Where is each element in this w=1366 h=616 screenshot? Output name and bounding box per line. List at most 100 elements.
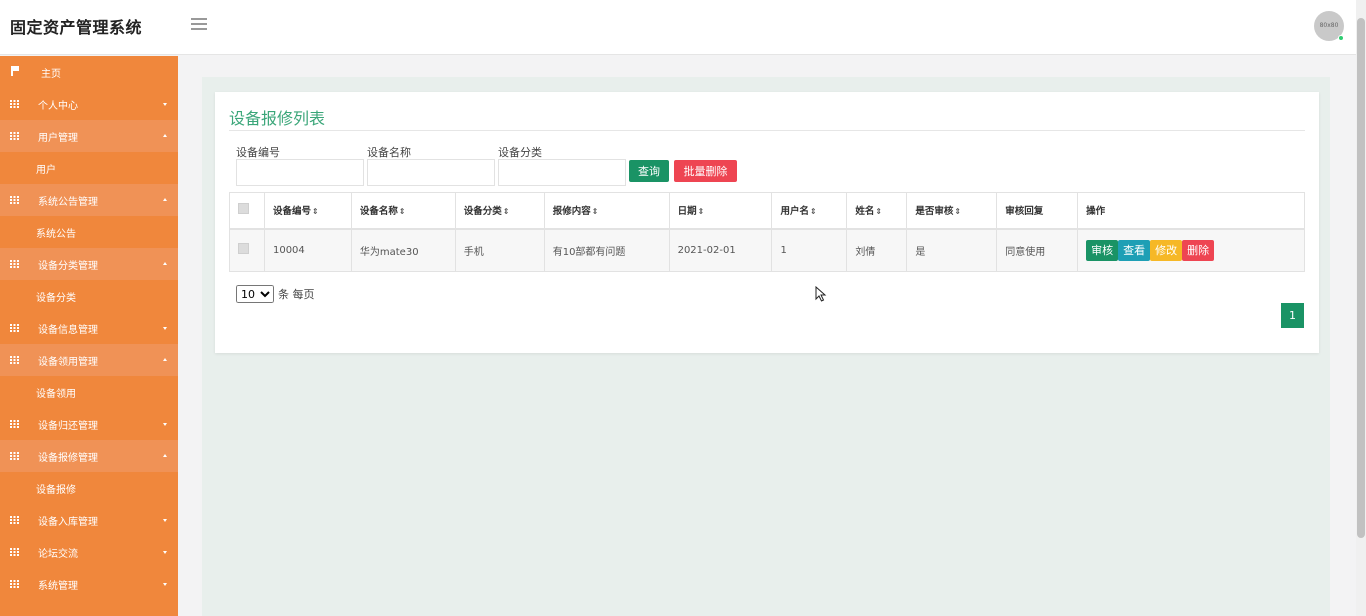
sort-icon: ⇕ bbox=[502, 207, 510, 217]
sort-icon: ⇕ bbox=[311, 207, 319, 217]
sidebar-item-announcement-management[interactable]: 系统公告管理 bbox=[0, 184, 178, 216]
batch-delete-button[interactable]: 批量删除 bbox=[674, 160, 737, 182]
chevron-up-icon bbox=[163, 198, 167, 201]
sort-icon: ⇕ bbox=[398, 207, 406, 217]
cell-realname: 刘倩 bbox=[846, 228, 908, 272]
sidebar-subitem-category[interactable]: 设备分类 bbox=[0, 280, 178, 312]
device-name-input[interactable] bbox=[367, 159, 495, 186]
column-header: 操作 bbox=[1077, 192, 1305, 230]
sidebar-item-device-return-management[interactable]: 设备归还管理 bbox=[0, 408, 178, 440]
sidebar-item-user-management[interactable]: 用户管理 bbox=[0, 120, 178, 152]
grid-icon bbox=[10, 196, 19, 204]
sort-icon: ⇕ bbox=[697, 207, 705, 217]
sidebar-subitem-device-borrow[interactable]: 设备领用 bbox=[0, 376, 178, 408]
cell-reply: 同意使用 bbox=[996, 228, 1079, 272]
grid-icon bbox=[10, 356, 19, 364]
sidebar-item-label: 设备归还管理 bbox=[38, 420, 98, 432]
device-code-label: 设备编号 bbox=[236, 146, 280, 159]
sidebar-item-label: 设备报修 bbox=[36, 484, 76, 496]
chevron-up-icon bbox=[163, 358, 167, 361]
row-select-cell[interactable] bbox=[229, 228, 265, 272]
sidebar-subitem-announcement[interactable]: 系统公告 bbox=[0, 216, 178, 248]
grid-icon bbox=[10, 548, 19, 556]
grid-icon bbox=[10, 132, 19, 140]
grid-icon bbox=[10, 420, 19, 428]
cell-category: 手机 bbox=[454, 228, 545, 272]
device-name-label: 设备名称 bbox=[367, 146, 411, 159]
sidebar-item-label: 设备报修管理 bbox=[38, 452, 98, 464]
chevron-down-icon bbox=[163, 103, 167, 106]
grid-icon bbox=[10, 580, 19, 588]
edit-button[interactable]: 修改 bbox=[1150, 239, 1183, 261]
app-title: 固定资产管理系统 bbox=[10, 18, 143, 37]
chevron-up-icon bbox=[163, 454, 167, 457]
sidebar-item-label: 系统公告管理 bbox=[38, 196, 98, 208]
sort-icon: ⇕ bbox=[954, 207, 962, 217]
sidebar-item-system-management[interactable]: 系统管理 bbox=[0, 568, 178, 600]
repair-list-panel: 设备报修列表 设备编号 设备名称 设备分类 查询 批量删除 设备编号⇕ 设备名称… bbox=[215, 92, 1319, 353]
cell-username: 1 bbox=[771, 228, 848, 272]
top-bar: 固定资产管理系统 80x80 bbox=[0, 0, 1356, 55]
sidebar-item-label: 设备分类管理 bbox=[38, 260, 98, 272]
cell-date: 2021-02-01 bbox=[668, 228, 773, 272]
sidebar-item-device-repair-management[interactable]: 设备报修管理 bbox=[0, 440, 178, 472]
chevron-down-icon bbox=[163, 551, 167, 554]
sidebar-item-label: 设备分类 bbox=[36, 292, 76, 304]
column-header[interactable]: 设备名称⇕ bbox=[350, 192, 456, 230]
select-all-checkbox[interactable] bbox=[238, 203, 249, 215]
sidebar-item-device-info-management[interactable]: 设备信息管理 bbox=[0, 312, 178, 344]
vertical-scrollbar[interactable] bbox=[1356, 0, 1366, 616]
chevron-up-icon bbox=[163, 262, 167, 265]
sort-icon: ⇕ bbox=[875, 207, 883, 217]
scrollbar-thumb[interactable] bbox=[1357, 18, 1365, 538]
sidebar-item-device-borrow-management[interactable]: 设备领用管理 bbox=[0, 344, 178, 376]
column-header: 审核回复 bbox=[996, 192, 1079, 230]
sidebar-item-label: 用户 bbox=[36, 164, 56, 176]
device-code-input[interactable] bbox=[236, 159, 364, 186]
delete-button[interactable]: 删除 bbox=[1182, 239, 1215, 261]
device-category-input[interactable] bbox=[498, 159, 626, 186]
sidebar-item-home[interactable]: 主页 bbox=[0, 56, 178, 88]
sidebar-item-forum[interactable]: 论坛交流 bbox=[0, 536, 178, 568]
column-header[interactable]: 用户名⇕ bbox=[771, 192, 848, 230]
column-header[interactable]: 报修内容⇕ bbox=[543, 192, 670, 230]
column-header[interactable]: 是否审核⇕ bbox=[906, 192, 998, 230]
column-header[interactable]: 设备分类⇕ bbox=[454, 192, 545, 230]
cell-content: 有10部都有问题 bbox=[543, 228, 670, 272]
column-header[interactable]: 日期⇕ bbox=[668, 192, 773, 230]
sidebar-item-label: 设备领用管理 bbox=[38, 356, 98, 368]
sidebar-item-label: 论坛交流 bbox=[38, 548, 78, 560]
column-header[interactable]: 姓名⇕ bbox=[846, 192, 908, 230]
column-header[interactable]: 设备编号⇕ bbox=[263, 192, 352, 230]
sidebar-subitem-user[interactable]: 用户 bbox=[0, 152, 178, 184]
sidebar-item-label: 个人中心 bbox=[38, 100, 78, 112]
device-category-label: 设备分类 bbox=[498, 146, 542, 159]
sidebar-item-category-management[interactable]: 设备分类管理 bbox=[0, 248, 178, 280]
view-button[interactable]: 查看 bbox=[1118, 239, 1151, 261]
approve-button[interactable]: 审核 bbox=[1086, 239, 1119, 261]
sidebar-item-device-stock-management[interactable]: 设备入库管理 bbox=[0, 504, 178, 536]
sidebar: 主页 个人中心 用户管理 用户 系统公告管理 系统公告 设备分类管理 设备分类 … bbox=[0, 56, 178, 616]
sidebar-item-label: 设备信息管理 bbox=[38, 324, 98, 336]
sort-icon: ⇕ bbox=[591, 207, 599, 217]
mouse-cursor-icon bbox=[815, 286, 827, 302]
chevron-down-icon bbox=[163, 423, 167, 426]
sidebar-item-label: 设备入库管理 bbox=[38, 516, 98, 528]
page-size-select[interactable]: 10 bbox=[236, 285, 274, 303]
per-page-label: 条 每页 bbox=[278, 288, 315, 301]
sidebar-item-personal-center[interactable]: 个人中心 bbox=[0, 88, 178, 120]
sidebar-item-label: 用户管理 bbox=[38, 132, 78, 144]
page-button-current[interactable]: 1 bbox=[1281, 303, 1304, 328]
menu-toggle-icon[interactable] bbox=[191, 18, 207, 32]
cell-name: 华为mate30 bbox=[350, 228, 456, 272]
grid-icon bbox=[10, 516, 19, 524]
grid-icon bbox=[10, 324, 19, 332]
row-checkbox[interactable] bbox=[238, 243, 249, 255]
table-row: 10004 华为mate30 手机 有10部都有问题 2021-02-01 1 … bbox=[229, 228, 1305, 272]
query-button[interactable]: 查询 bbox=[629, 160, 669, 182]
page-title: 设备报修列表 bbox=[229, 109, 326, 128]
chevron-down-icon bbox=[163, 583, 167, 586]
sidebar-subitem-device-repair[interactable]: 设备报修 bbox=[0, 472, 178, 504]
cell-approved: 是 bbox=[906, 228, 998, 272]
select-all-header[interactable] bbox=[229, 192, 265, 230]
